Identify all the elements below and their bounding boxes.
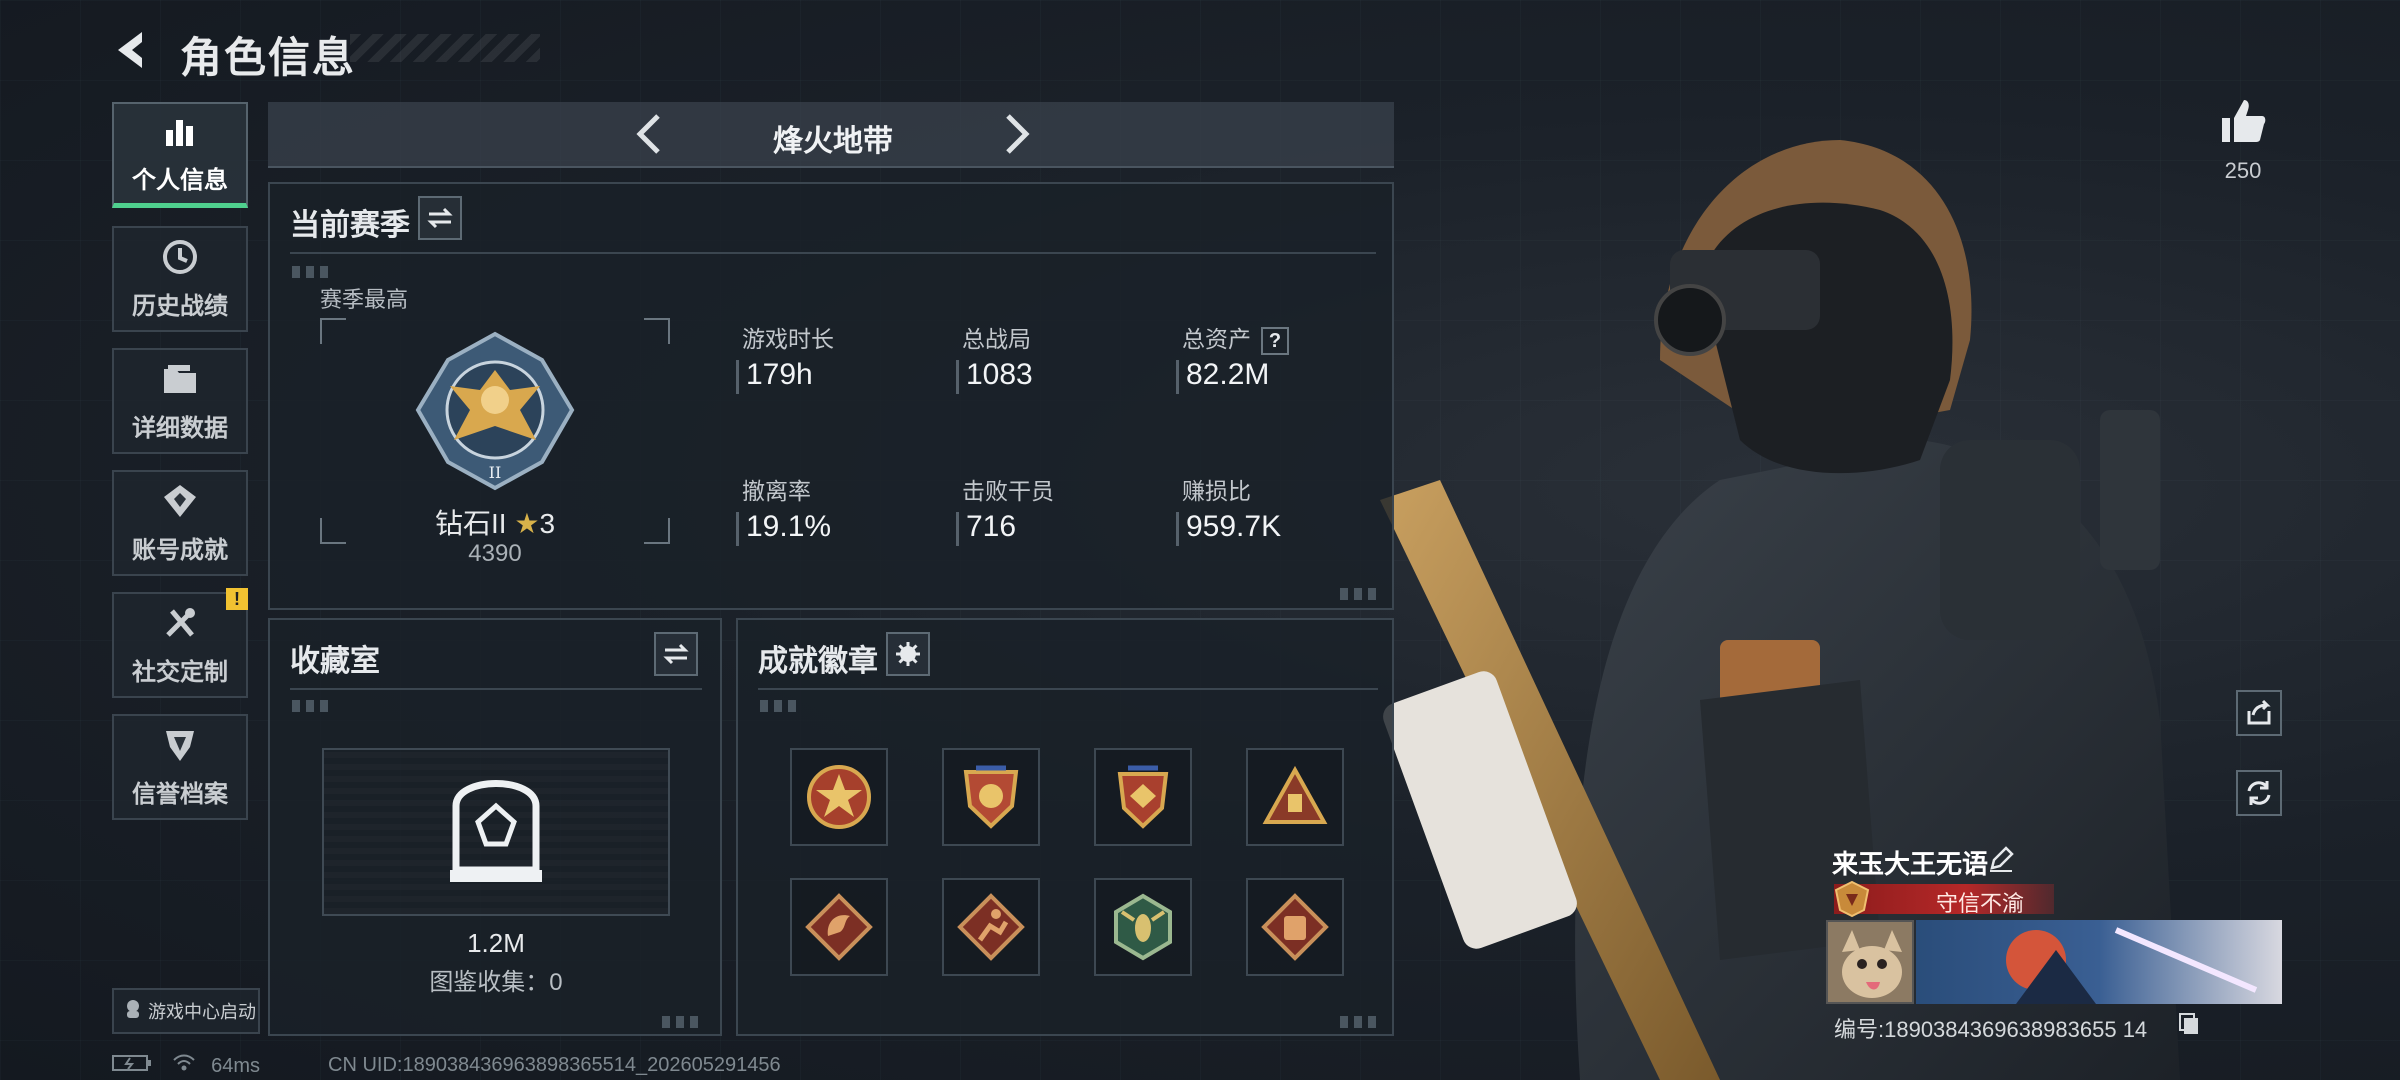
- battery-icon: [112, 1055, 158, 1077]
- decoration: [1340, 1016, 1380, 1028]
- collection-title: 收藏室: [290, 645, 380, 678]
- vest-badge[interactable]: [1246, 878, 1344, 976]
- decoration: [292, 700, 332, 712]
- thumbs-up-icon[interactable]: [2218, 96, 2268, 146]
- winged-shield-badge[interactable]: [1094, 748, 1192, 846]
- sidebar-item-history[interactable]: 历史战绩: [112, 226, 248, 332]
- sidebar-item-personal-info[interactable]: 个人信息: [112, 102, 248, 208]
- sidebar-item-label: 社交定制: [132, 658, 228, 686]
- sidebar-item-label: 信誉档案: [132, 780, 228, 808]
- game-center-label: 游戏中心启动: [148, 1002, 256, 1022]
- profile-banner-image: [1916, 920, 2282, 1004]
- help-question-icon[interactable]: ?: [1261, 326, 1289, 355]
- achievement-medal-icon: [160, 482, 200, 520]
- dragon-badge[interactable]: [790, 878, 888, 976]
- divider: [758, 688, 1378, 690]
- share-button[interactable]: [2236, 690, 2282, 736]
- back-arrow-icon[interactable]: [112, 28, 156, 72]
- refresh-icon: [2247, 781, 2271, 805]
- status-bar: 64ms: [112, 1054, 260, 1078]
- svg-text:II: II: [489, 463, 502, 482]
- decoration: [662, 1016, 702, 1028]
- reputation-shield-icon: [160, 726, 200, 764]
- title-stripe-decoration: [350, 34, 540, 62]
- collection-count: 图鉴收集：0: [429, 969, 563, 996]
- copy-icon[interactable]: [2178, 1012, 2200, 1036]
- previous-mode-arrow-icon[interactable]: [628, 112, 672, 156]
- mode-selector: 烽火地带: [268, 102, 1394, 168]
- swap-arrows-icon: [663, 643, 689, 665]
- game-center-icon: [124, 999, 142, 1024]
- next-mode-arrow-icon[interactable]: [994, 112, 1038, 156]
- achievements-settings-button[interactable]: [886, 632, 930, 676]
- sidebar-item-achievements[interactable]: 账号成就: [112, 470, 248, 576]
- decoration: [1340, 588, 1380, 600]
- sidebar-item-label: 历史战绩: [132, 292, 228, 320]
- divider: [290, 688, 702, 690]
- diamond-rank-emblem-icon: II: [415, 331, 575, 491]
- hornet-badge[interactable]: [1094, 878, 1192, 976]
- folder-icon: [160, 360, 200, 398]
- runner-badge[interactable]: [942, 878, 1040, 976]
- player-id: 编号:1890384369638983655 14: [1834, 1017, 2148, 1042]
- decoration: [292, 266, 332, 278]
- swap-arrows-icon: [427, 207, 453, 229]
- like-count: 250: [2224, 158, 2262, 183]
- sidebar-item-label: 账号成就: [132, 536, 228, 564]
- triangle-badge[interactable]: [1246, 748, 1344, 846]
- edit-pencil-icon[interactable]: [1988, 846, 2014, 872]
- season-best-label: 赛季最高: [320, 287, 409, 312]
- current-season-title: 当前赛季: [290, 209, 410, 242]
- wifi-icon: [172, 1054, 202, 1077]
- star-seal-badge[interactable]: [790, 748, 888, 846]
- achievements-title: 成就徽章: [758, 645, 878, 678]
- player-title-text: 守信不渝: [1935, 891, 2024, 916]
- sidebar-item-reputation[interactable]: 信誉档案: [112, 714, 248, 820]
- ping-value: 64ms: [211, 1055, 261, 1077]
- sidebar-item-label: 个人信息: [132, 167, 228, 194]
- bar-chart-icon: [160, 112, 200, 150]
- title-emblem-icon: [1834, 880, 1870, 918]
- rank-name: 钻石II ★3: [434, 508, 556, 539]
- cn-uid: CN UID:189038436963898365514_20260529145…: [328, 1054, 781, 1076]
- avatar[interactable]: [1826, 920, 1914, 1004]
- history-clock-icon: [160, 238, 200, 276]
- refresh-button[interactable]: [2236, 770, 2282, 816]
- sidebar-item-label: 详细数据: [132, 414, 228, 442]
- player-name: 来玉大王无语: [1832, 849, 1989, 879]
- tools-icon: [160, 604, 200, 642]
- divider: [290, 252, 1376, 254]
- mode-name: 烽火地带: [773, 125, 893, 158]
- collection-value: 1.2M: [467, 928, 525, 958]
- sidebar-item-detailed-data[interactable]: 详细数据: [112, 348, 248, 454]
- gear-icon: [896, 642, 920, 666]
- decoration: [760, 700, 800, 712]
- rank-score: 4390: [468, 540, 522, 567]
- share-icon: [2247, 699, 2271, 725]
- eagle-shield-badge[interactable]: [942, 748, 1040, 846]
- star-icon: ★: [514, 508, 540, 539]
- collection-switch-button[interactable]: [654, 632, 698, 676]
- game-center-launch-button[interactable]: 游戏中心启动: [112, 988, 260, 1034]
- page-title: 角色信息: [180, 34, 357, 81]
- display-case-icon: [450, 780, 542, 882]
- alert-badge: !: [226, 588, 248, 610]
- season-switch-button[interactable]: [418, 196, 462, 240]
